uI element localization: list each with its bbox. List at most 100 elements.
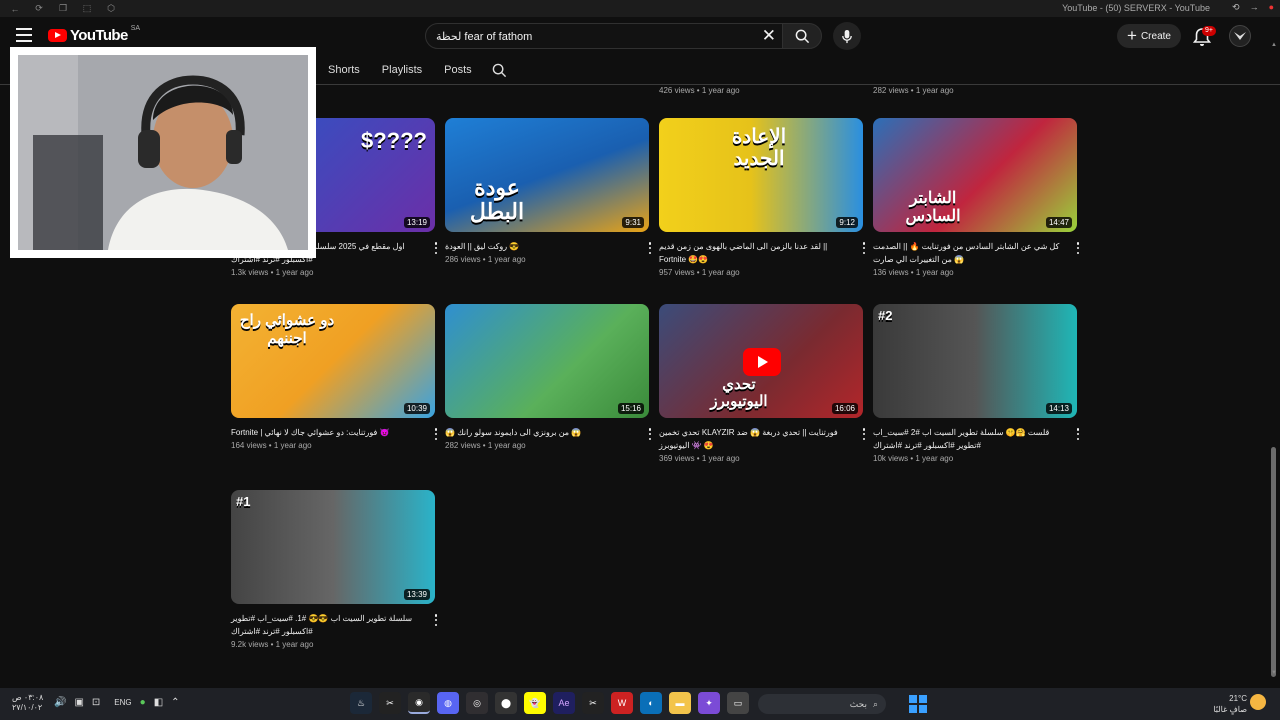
video-thumbnail[interactable]: عودة البطل 9:31	[445, 118, 649, 232]
chrome-app-icon[interactable]: ◉	[408, 692, 430, 714]
page-scrollbar[interactable]: ▲ ▼	[1270, 40, 1277, 680]
video-meta: 286 views • 1 year ago	[445, 255, 526, 264]
more-actions-icon[interactable]	[861, 242, 867, 254]
more-actions-icon[interactable]	[1075, 428, 1081, 440]
file-explorer-app-icon[interactable]: ▬	[669, 692, 691, 714]
back-icon[interactable]: ←	[10, 4, 20, 14]
history-icon[interactable]: ⟲	[1232, 2, 1240, 13]
more-actions-icon[interactable]	[647, 428, 653, 440]
copilot-app-icon[interactable]: ✦	[698, 692, 720, 714]
more-actions-icon[interactable]	[647, 242, 653, 254]
video-title[interactable]: Fortnite | فورتنايت: دو عشوائي جاك لا نه…	[231, 426, 435, 439]
taskbar-clock[interactable]: ٠٣:٠٨ ص ٢٧/١٠/٠٢	[12, 693, 43, 713]
channel-search-icon[interactable]	[492, 63, 507, 78]
video-title[interactable]: 😱 من برونزي الى دايموند سولو رانك 😱	[445, 426, 649, 439]
language-indicator[interactable]: ENG	[114, 698, 131, 707]
create-button[interactable]: + Create	[1117, 24, 1181, 48]
capcut-app-icon[interactable]: ✂	[379, 692, 401, 714]
capcut-app-icon-2[interactable]: ✂	[582, 692, 604, 714]
video-card[interactable]: #1 13:39 سلسلة تطوير السيت اب 😎😎 #1. #سي…	[231, 490, 438, 652]
after-effects-app-icon[interactable]: Ae	[553, 692, 575, 714]
video-title[interactable]: تحدي تخمين KLAYZIR فورتنايت || تحدي دربغ…	[659, 426, 863, 452]
video-card[interactable]: تحدي اليوتيوبرز 16:06 تحدي تخمين KLAYZIR…	[659, 304, 866, 466]
video-card[interactable]: 15:16 😱 من برونزي الى دايموند سولو رانك …	[445, 304, 652, 466]
more-actions-icon[interactable]	[1075, 242, 1081, 254]
discord-app-icon[interactable]: ◍	[437, 692, 459, 714]
app-icon[interactable]: ⬡	[106, 3, 116, 14]
video-card[interactable]: الإعادة الجديد 9:12 لقد عدنا بالزمن الى …	[659, 118, 866, 280]
wps-app-icon[interactable]: W	[611, 692, 633, 714]
forward-icon[interactable]: →	[1250, 2, 1259, 13]
video-thumbnail[interactable]: دو عشوائي راح اجننهم 10:39	[231, 304, 435, 418]
account-avatar[interactable]	[1229, 25, 1251, 47]
video-title[interactable]: قلست 🤗🤫 سلسلة تطوير السيت اب #2 #سيت_اب …	[873, 426, 1077, 452]
scroll-down-icon[interactable]: ▼	[1271, 670, 1277, 676]
taskbar-search-input[interactable]: بحث ⌕	[758, 694, 886, 714]
menu-icon[interactable]	[16, 28, 32, 42]
thumbnail-text: عودة البطل	[469, 175, 525, 224]
search-button[interactable]	[782, 23, 822, 49]
video-card[interactable]: دو عشوائي راح اجننهم 10:39 Fortnite | فو…	[231, 304, 438, 466]
scrollbar-thumb[interactable]	[1271, 447, 1276, 677]
video-title[interactable]: روكت ليق || العودة 😎	[445, 240, 649, 253]
more-actions-icon[interactable]	[433, 242, 439, 254]
video-meta: 426 views • 1 year ago	[659, 86, 740, 95]
snapchat-app-icon[interactable]: 👻	[524, 692, 546, 714]
edge-app-icon[interactable]: ◐	[640, 692, 662, 714]
more-actions-icon[interactable]	[861, 428, 867, 440]
app-tray-icon[interactable]: ◧	[154, 697, 163, 708]
weather-text: صافٍ غالبًا	[1213, 705, 1247, 714]
start-button-icon[interactable]	[909, 695, 927, 713]
monitor-icon[interactable]: ▣	[74, 697, 83, 708]
video-thumbnail[interactable]: #2 14:13	[873, 304, 1077, 418]
voice-search-button[interactable]	[833, 22, 861, 50]
search-input[interactable]: لحظة fear of fathom ✕	[425, 23, 785, 49]
chevron-up-icon[interactable]: ⌃	[171, 697, 179, 708]
video-thumbnail[interactable]: الشابتر السادس 14:47	[873, 118, 1077, 232]
recording-app-icon[interactable]: ⬤	[495, 692, 517, 714]
duration-badge: 15:16	[617, 403, 644, 414]
duration-badge: 14:47	[1045, 217, 1072, 228]
tab-shorts[interactable]: Shorts	[328, 64, 360, 76]
clear-search-icon[interactable]: ✕	[762, 26, 776, 46]
webcam-video	[18, 55, 308, 250]
thumbnail-text: الإعادة الجديد	[731, 126, 787, 170]
tab-posts[interactable]: Posts	[444, 64, 472, 76]
search-value: لحظة fear of fathom	[436, 30, 533, 43]
scroll-up-icon[interactable]: ▲	[1271, 42, 1277, 48]
video-card[interactable]: عودة البطل 9:31 روكت ليق || العودة 😎 286…	[445, 118, 652, 280]
youtube-logo[interactable]: YouTube SA	[48, 25, 141, 44]
video-card[interactable]: الشابتر السادس 14:47 كل شي عن الشابتر ال…	[873, 118, 1080, 280]
extension-icon[interactable]: ⬚	[82, 3, 92, 14]
tab-playlists[interactable]: Playlists	[382, 64, 422, 76]
duration-badge: 9:31	[622, 217, 644, 228]
video-title[interactable]: سلسلة تطوير السيت اب 😎😎 #1. #سيت_اب #تطو…	[231, 612, 435, 638]
video-card[interactable]: #2 14:13 قلست 🤗🤫 سلسلة تطوير السيت اب #2…	[873, 304, 1080, 466]
speaker-icon[interactable]: 🔊	[54, 697, 66, 708]
obs-app-icon[interactable]: ◎	[466, 692, 488, 714]
video-thumbnail[interactable]: #1 13:39	[231, 490, 435, 604]
video-meta: 10k views • 1 year ago	[873, 454, 954, 463]
video-thumbnail[interactable]: تحدي اليوتيوبرز 16:06	[659, 304, 863, 418]
weather-widget[interactable]: 21°C صافٍ غالبًا	[1205, 693, 1247, 715]
refresh-icon[interactable]: ⟳	[34, 3, 44, 14]
country-code: SA	[130, 25, 141, 32]
steam-app-icon[interactable]: ♨	[350, 692, 372, 714]
microphone-icon	[842, 29, 852, 43]
window-title: YouTube - (50) SERVERX - YouTube	[1062, 3, 1210, 13]
more-actions-icon[interactable]	[433, 614, 439, 626]
tab-icon[interactable]: ❐	[58, 3, 68, 14]
video-thumbnail[interactable]: الإعادة الجديد 9:12	[659, 118, 863, 232]
more-actions-icon[interactable]	[433, 428, 439, 440]
video-title[interactable]: كل شي عن الشابتر السادس من فورتنايت 🔥 ||…	[873, 240, 1077, 266]
taskbar-apps: ♨ ✂ ◉ ◍ ◎ ⬤ 👻 Ae ✂ W ◐ ▬ ✦ ▭	[350, 692, 749, 714]
clock-date: ٢٧/١٠/٠٢	[12, 703, 43, 712]
network-icon[interactable]: ⊡	[92, 697, 100, 708]
duration-badge: 13:19	[403, 217, 430, 228]
record-icon[interactable]: ●	[1269, 2, 1274, 13]
microphone-tray-icon[interactable]: ●	[140, 697, 146, 708]
terminal-app-icon[interactable]: ▭	[727, 692, 749, 714]
video-meta: 957 views • 1 year ago	[659, 268, 740, 277]
video-title[interactable]: لقد عدنا بالزمن الى الماضي بالهوى من زمن…	[659, 240, 863, 266]
video-thumbnail[interactable]: 15:16	[445, 304, 649, 418]
